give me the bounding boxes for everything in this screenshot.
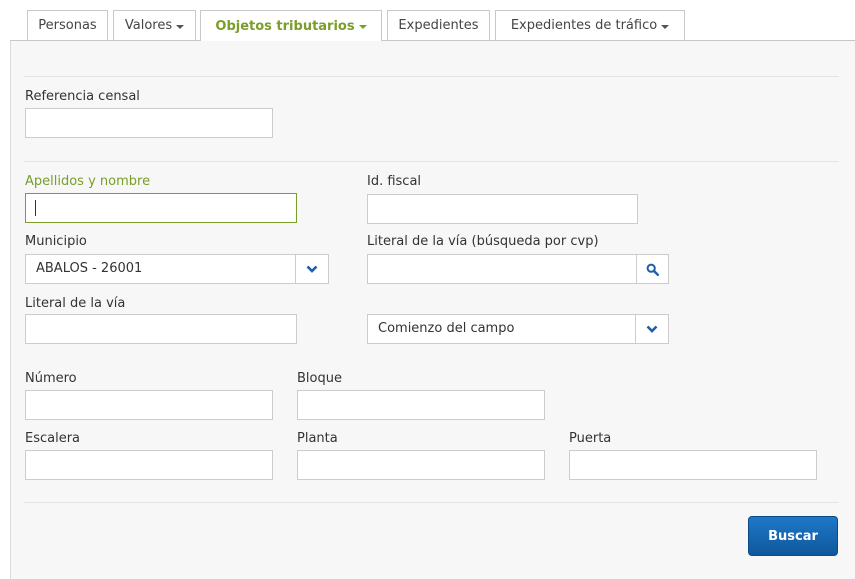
caret-down-icon [661,24,670,29]
literal-via-cvp-label: Literal de la vía (búsqueda por cvp) [367,234,599,249]
planta-input[interactable] [297,450,545,480]
numero-label: Número [25,371,77,386]
chevron-down-icon [306,265,318,273]
tab-expedientes[interactable]: Expedientes [387,10,490,40]
search-mode-selected-value: Comienzo del campo [378,321,515,336]
apellidos-nombre-input[interactable] [25,193,297,223]
search-mode-dropdown-button[interactable] [635,315,668,343]
caret-down-icon [176,24,185,29]
planta-label: Planta [297,431,338,446]
chevron-down-icon [646,325,658,333]
search-button[interactable]: Buscar [748,516,838,556]
municipio-select[interactable]: ABALOS - 26001 [25,254,329,284]
tab-expedientes-label: Expedientes [398,18,479,33]
text-cursor [35,200,36,216]
tab-objetos-tributarios[interactable]: Objetos tributarios [200,10,382,41]
tab-personas-label: Personas [38,18,97,33]
bloque-input[interactable] [297,390,545,420]
search-button-label: Buscar [768,528,818,544]
tab-expedientes-trafico-label: Expedientes de tráfico [510,18,658,33]
literal-via-input[interactable] [25,314,297,344]
tab-bar: Personas Valores Objetos tributarios Exp… [0,0,855,41]
municipio-dropdown-button[interactable] [295,255,328,283]
escalera-label: Escalera [25,431,81,446]
municipio-label: Municipio [25,234,87,249]
literal-via-cvp-input[interactable] [367,254,637,284]
tab-expedientes-trafico[interactable]: Expedientes de tráfico [495,10,685,40]
literal-via-cvp-search-button[interactable] [637,254,669,284]
divider [24,76,839,77]
divider [24,502,839,503]
tab-objetos-tributarios-label: Objetos tributarios [215,18,355,34]
search-mode-select[interactable]: Comienzo del campo [367,314,669,344]
referencia-censal-label: Referencia censal [25,89,140,104]
caret-down-icon [358,25,367,29]
escalera-input[interactable] [25,450,273,480]
literal-via-label: Literal de la vía [25,296,126,311]
search-icon [646,263,659,276]
divider [24,161,839,162]
tab-personas[interactable]: Personas [27,10,108,40]
puerta-input[interactable] [569,450,817,480]
puerta-label: Puerta [569,431,612,446]
municipio-selected-value: ABALOS - 26001 [36,261,143,276]
id-fiscal-label: Id. fiscal [367,174,422,189]
id-fiscal-input[interactable] [367,194,638,224]
tab-valores[interactable]: Valores [113,10,196,40]
numero-input[interactable] [25,390,273,420]
referencia-censal-input[interactable] [25,108,273,138]
bloque-label: Bloque [297,371,342,386]
apellidos-nombre-label: Apellidos y nombre [25,174,151,189]
tab-valores-label: Valores [124,18,173,33]
